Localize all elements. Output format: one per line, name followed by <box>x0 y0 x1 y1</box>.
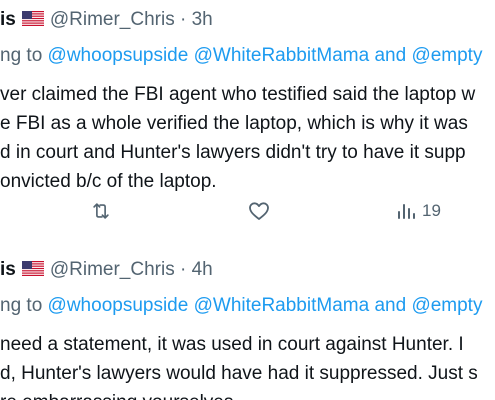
reply-thread: is @Rimer_Chris · 3h ng to @whoopsupside… <box>0 0 495 400</box>
mention-link[interactable]: @whoopsupside <box>48 45 189 66</box>
mention-link[interactable]: @empty <box>411 45 482 66</box>
tweet-body-line: e FBI as a whole verified the laptop, wh… <box>0 113 468 134</box>
views-count: 19 <box>422 201 441 220</box>
views-bar-chart-icon <box>398 204 415 219</box>
heart-icon <box>249 202 269 220</box>
tweet-body-line: onvicted b/c of the laptop. <box>0 171 217 192</box>
separator-dot: · <box>180 259 187 280</box>
mention-link[interactable]: @WhiteRabbitMama <box>194 45 370 66</box>
replying-to-label: ng to <box>0 295 43 316</box>
timestamp[interactable]: 4h <box>192 259 213 280</box>
mention-link[interactable]: @WhiteRabbitMama <box>194 295 370 316</box>
handle[interactable]: @Rimer_Chris <box>50 9 175 30</box>
tweet-header: is @Rimer_Chris · 4h <box>0 254 213 286</box>
handle[interactable]: @Rimer_Chris <box>50 259 175 280</box>
tweet-body: ver claimed the FBI agent who testified … <box>0 80 475 196</box>
mention-link[interactable]: @whoopsupside <box>48 295 189 316</box>
tweet-body-line: ver claimed the FBI agent who testified … <box>0 84 476 105</box>
separator-dot: · <box>180 9 187 30</box>
like-button[interactable] <box>247 196 271 226</box>
tweet-header: is @Rimer_Chris · 3h <box>0 4 213 36</box>
retweet-button[interactable] <box>90 196 112 226</box>
replying-to-line: ng to @whoopsupside @WhiteRabbitMama and… <box>0 293 482 319</box>
us-flag-icon <box>21 261 44 276</box>
tweet-actions: 19 <box>0 196 495 226</box>
timestamp[interactable]: 3h <box>192 9 213 30</box>
tweet-body-line: d, Hunter's lawyers would have had it su… <box>0 363 478 384</box>
mention-and[interactable]: and <box>374 45 406 66</box>
display-name[interactable]: is <box>0 9 16 30</box>
tweet-body: need a statement, it was used in court a… <box>0 330 478 400</box>
display-name[interactable]: is <box>0 259 16 280</box>
mention-link[interactable]: @empty <box>411 295 482 316</box>
views-button[interactable]: 19 <box>396 196 441 226</box>
replying-to-label: ng to <box>0 45 43 66</box>
mention-and[interactable]: and <box>374 295 406 316</box>
tweet-body-line: re embarrassing yourselves. <box>0 388 478 400</box>
us-flag-icon <box>21 11 44 26</box>
replying-to-line: ng to @whoopsupside @WhiteRabbitMama and… <box>0 43 482 69</box>
tweet-body-line: d in court and Hunter's lawyers didn't t… <box>0 142 466 163</box>
tweet-body-line: need a statement, it was used in court a… <box>0 334 464 355</box>
retweet-icon <box>93 203 109 219</box>
